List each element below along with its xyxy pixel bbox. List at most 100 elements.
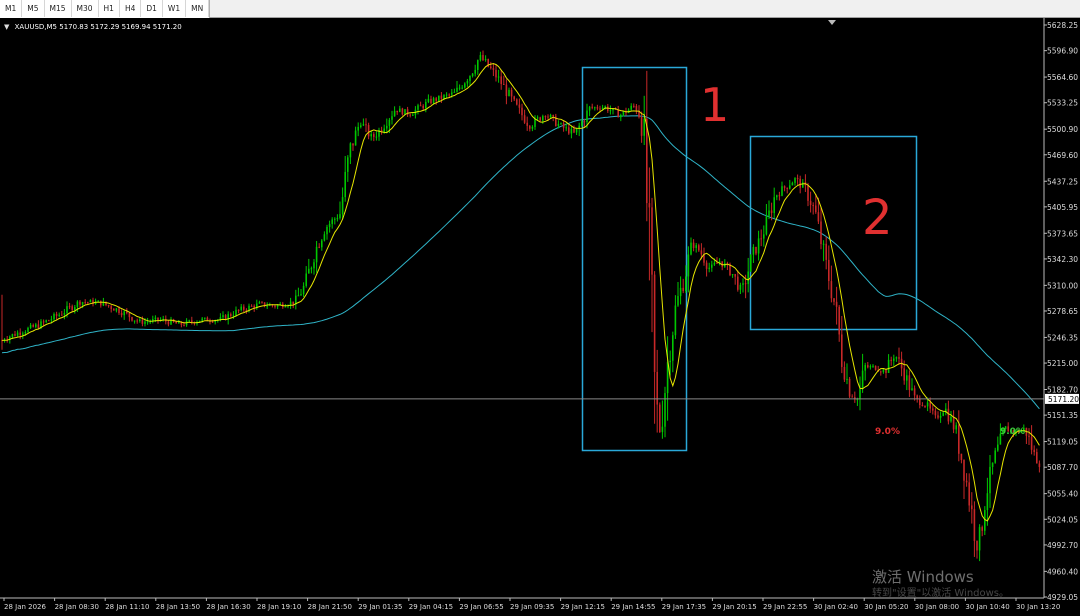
candle — [872, 364, 874, 368]
price-tick-label: 5469.60 — [1047, 151, 1078, 160]
candle — [835, 286, 838, 325]
candle — [430, 95, 432, 105]
candle — [347, 155, 349, 182]
candle — [965, 473, 968, 487]
candle — [310, 266, 313, 274]
candle — [326, 224, 328, 240]
price-tick-label: 5596.90 — [1047, 47, 1078, 56]
candle — [672, 331, 674, 373]
candle — [838, 304, 840, 342]
candle — [261, 301, 263, 304]
candle — [830, 265, 833, 303]
candle — [687, 246, 690, 293]
candle — [864, 362, 866, 381]
candle — [947, 400, 950, 425]
time-tick-label: 28 Jan 16:30 — [206, 603, 250, 611]
candle — [16, 330, 19, 337]
candle — [471, 72, 474, 78]
candle — [539, 116, 541, 122]
candle — [313, 258, 315, 275]
candle — [79, 300, 81, 308]
candle — [596, 104, 599, 111]
candle — [399, 105, 401, 113]
candle — [6, 335, 8, 343]
candle — [591, 103, 593, 110]
timeframe-button-mn[interactable]: MN — [186, 0, 210, 17]
candle — [222, 311, 224, 320]
timeframe-button-h1[interactable]: H1 — [99, 0, 120, 17]
candle — [890, 356, 892, 366]
dropdown-arrow-icon[interactable]: ▼ — [4, 23, 9, 31]
time-tick-label: 29 Jan 20:15 — [712, 603, 756, 611]
candle — [867, 361, 869, 369]
timeframe-button-m30[interactable]: M30 — [72, 0, 99, 17]
price-tick-label: 5500.90 — [1047, 125, 1078, 134]
candle — [942, 411, 944, 417]
candle — [924, 405, 926, 409]
candle — [913, 385, 916, 401]
timeframe-button-h4[interactable]: H4 — [120, 0, 142, 17]
candle — [828, 245, 830, 290]
candle — [783, 185, 786, 192]
candle — [453, 88, 456, 93]
candle — [807, 182, 809, 207]
candle — [854, 391, 856, 403]
timeframe-button-w1[interactable]: W1 — [163, 0, 187, 17]
candle — [609, 105, 612, 115]
candle — [716, 257, 718, 264]
time-tick-label: 30 Jan 13:20 — [1016, 603, 1060, 611]
symbol-name: XAUUSD,M5 — [14, 23, 58, 31]
candle — [323, 231, 326, 242]
price-tick-label: 5533.25 — [1047, 99, 1078, 108]
candle — [510, 87, 513, 103]
candle — [874, 365, 877, 371]
candle — [68, 302, 71, 310]
candle — [32, 323, 34, 328]
candle — [331, 217, 333, 229]
candle — [375, 131, 378, 141]
candle — [690, 237, 692, 256]
candle — [656, 349, 658, 433]
candle — [747, 257, 749, 293]
candle — [123, 309, 125, 320]
candle — [796, 174, 799, 185]
candle — [908, 370, 911, 397]
chart-area[interactable]: 5628.25 5596.90 5564.60 5533.25 5500.90 5469.… — [0, 18, 1080, 616]
candle — [427, 94, 430, 104]
candle — [737, 270, 739, 292]
candle — [789, 179, 791, 190]
candle — [482, 50, 484, 61]
candle — [708, 262, 710, 273]
candle — [1, 294, 3, 350]
candle — [19, 328, 21, 340]
candle — [971, 492, 973, 524]
candle — [726, 261, 729, 270]
timeframe-button-m1[interactable]: M1 — [0, 0, 23, 17]
candle — [334, 217, 336, 225]
candle — [240, 303, 242, 312]
candle — [167, 319, 170, 327]
candle — [932, 404, 934, 415]
candle — [354, 126, 357, 146]
candle — [724, 259, 726, 268]
timeframe-button-d1[interactable]: D1 — [141, 0, 163, 17]
candle — [258, 300, 261, 304]
annotation-box-1[interactable] — [581, 66, 688, 452]
candle — [469, 75, 471, 87]
candle — [55, 311, 58, 320]
candle — [679, 276, 682, 305]
chart-shift-marker-icon[interactable] — [828, 20, 836, 25]
candle — [529, 124, 531, 132]
candle — [742, 278, 744, 293]
timeframe-button-m15[interactable]: M15 — [45, 0, 72, 17]
chart-canvas[interactable]: 5628.25 5596.90 5564.60 5533.25 5500.90 5469.… — [0, 18, 1080, 616]
candle — [698, 243, 700, 252]
time-tick-label: 29 Jan 22:55 — [763, 603, 807, 611]
timeframe-button-m5[interactable]: M5 — [22, 0, 45, 17]
candle — [666, 336, 669, 421]
candle — [349, 142, 352, 165]
candle — [128, 312, 131, 322]
candle — [568, 123, 570, 135]
candle — [289, 297, 292, 309]
candle — [848, 377, 851, 398]
